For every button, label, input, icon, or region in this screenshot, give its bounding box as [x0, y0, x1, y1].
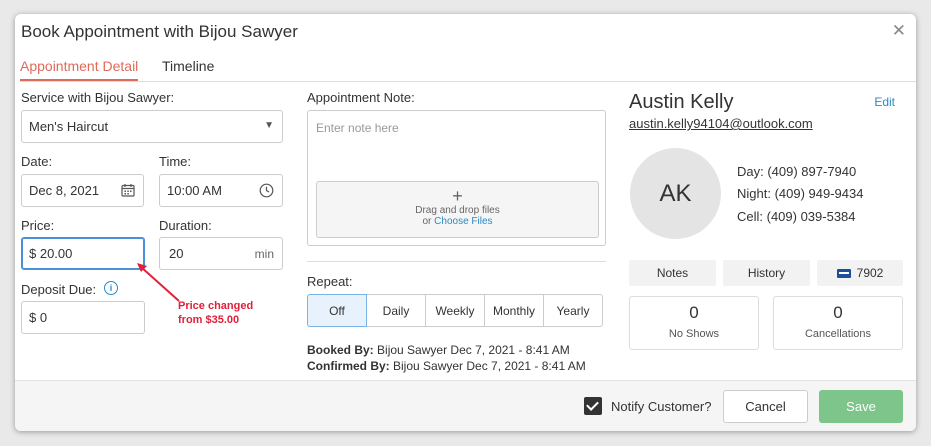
avatar: AK [630, 148, 721, 239]
repeat-daily-button[interactable]: Daily [366, 294, 426, 327]
customer-email[interactable]: austin.kelly94104@outlook.com [629, 116, 813, 131]
duration-label: Duration: [159, 218, 212, 233]
dialog-footer: Notify Customer? Cancel Save [15, 380, 916, 431]
repeat-segmented-control: Off Daily Weekly Monthly Yearly [307, 294, 603, 327]
price-input[interactable]: $ 20.00 [21, 237, 145, 270]
booked-by-value: Bijou Sawyer Dec 7, 2021 - 8:41 AM [377, 343, 570, 357]
deposit-input[interactable]: $ 0 [21, 301, 145, 334]
divider [307, 261, 606, 262]
tab-bar: Appointment Detail Timeline [20, 58, 916, 82]
time-value: 10:00 AM [167, 183, 222, 198]
notify-checkbox[interactable] [584, 397, 602, 415]
cancellations-count: 0 [833, 303, 843, 322]
repeat-off-button[interactable]: Off [307, 294, 367, 327]
file-drop-zone[interactable]: + Drag and drop files or Choose Files [316, 181, 599, 238]
confirmed-by: Confirmed By: Bijou Sawyer Dec 7, 2021 -… [307, 359, 586, 373]
choose-files-link[interactable]: Choose Files [434, 216, 492, 227]
phone-day: Day: (409) 897-7940 [737, 164, 857, 179]
edit-customer-link[interactable]: Edit [874, 95, 895, 109]
duration-value: 20 [169, 246, 184, 261]
card-last4: 7902 [856, 266, 884, 280]
price-value: $ 20.00 [29, 246, 73, 261]
no-shows-count: 0 [689, 303, 699, 322]
drop-choose-line: or Choose Files [317, 216, 598, 227]
no-shows-label: No Shows [668, 328, 720, 340]
note-placeholder: Enter note here [316, 121, 399, 135]
time-label: Time: [159, 154, 192, 169]
service-label: Service with Bijou Sawyer: [21, 90, 175, 105]
tab-appointment-detail[interactable]: Appointment Detail [20, 58, 139, 81]
caret-down-icon: ▼ [264, 120, 274, 131]
clock-icon[interactable] [259, 183, 274, 201]
phone-cell: Cell: (409) 039-5384 [737, 209, 856, 224]
repeat-weekly-button[interactable]: Weekly [425, 294, 485, 327]
dialog-title: Book Appointment with Bijou Sawyer [21, 22, 298, 41]
date-label: Date: [21, 154, 53, 169]
close-icon[interactable]: ✕ [892, 21, 906, 41]
confirmed-by-value: Bijou Sawyer Dec 7, 2021 - 8:41 AM [393, 359, 586, 373]
tab-timeline[interactable]: Timeline [162, 58, 214, 79]
deposit-value: $ 0 [29, 310, 48, 325]
price-annotation: Price changed from $35.00 [178, 299, 253, 327]
cancellations-label: Cancellations [804, 328, 872, 340]
note-label: Appointment Note: [307, 90, 415, 105]
plus-icon: + [452, 186, 463, 206]
service-select[interactable]: Men's Haircut ▼ [21, 110, 283, 143]
annotation-line-1: Price changed [178, 300, 254, 312]
duration-unit: min [254, 247, 274, 261]
booked-by: Booked By: Bijou Sawyer Dec 7, 2021 - 8:… [307, 343, 570, 357]
cancel-button[interactable]: Cancel [723, 390, 808, 423]
repeat-monthly-button[interactable]: Monthly [484, 294, 544, 327]
booked-by-label: Booked By: [307, 343, 374, 357]
info-icon[interactable]: i [104, 281, 118, 295]
notify-label[interactable]: Notify Customer? [611, 399, 711, 414]
date-input[interactable]: Dec 8, 2021 [21, 174, 144, 207]
date-value: Dec 8, 2021 [29, 183, 100, 198]
customer-name: Austin Kelly [629, 91, 734, 113]
time-input[interactable]: 10:00 AM [159, 174, 283, 207]
repeat-yearly-button[interactable]: Yearly [543, 294, 603, 327]
notes-button[interactable]: Notes [629, 260, 716, 286]
phone-night: Night: (409) 949-9434 [737, 186, 864, 201]
history-button[interactable]: History [723, 260, 810, 286]
service-value: Men's Haircut [29, 119, 109, 134]
drop-text: Drag and drop files [415, 205, 500, 216]
price-label: Price: [21, 218, 55, 233]
drop-or: or [422, 216, 435, 227]
repeat-label: Repeat: [307, 274, 353, 289]
confirmed-by-label: Confirmed By: [307, 359, 390, 373]
book-appointment-dialog: Book Appointment with Bijou Sawyer ✕ App… [15, 14, 916, 431]
calendar-icon[interactable] [121, 183, 135, 200]
note-textarea[interactable]: Enter note here + Drag and drop files or… [307, 110, 606, 246]
annotation-line-2: from $35.00 [178, 314, 240, 326]
cancellations-stat: 0 Cancellations [773, 296, 903, 350]
card-button[interactable]: 7902 [817, 260, 903, 286]
credit-card-icon [836, 268, 851, 278]
no-shows-stat: 0 No Shows [629, 296, 759, 350]
save-button[interactable]: Save [819, 390, 903, 423]
deposit-label: Deposit Due: [21, 282, 97, 297]
